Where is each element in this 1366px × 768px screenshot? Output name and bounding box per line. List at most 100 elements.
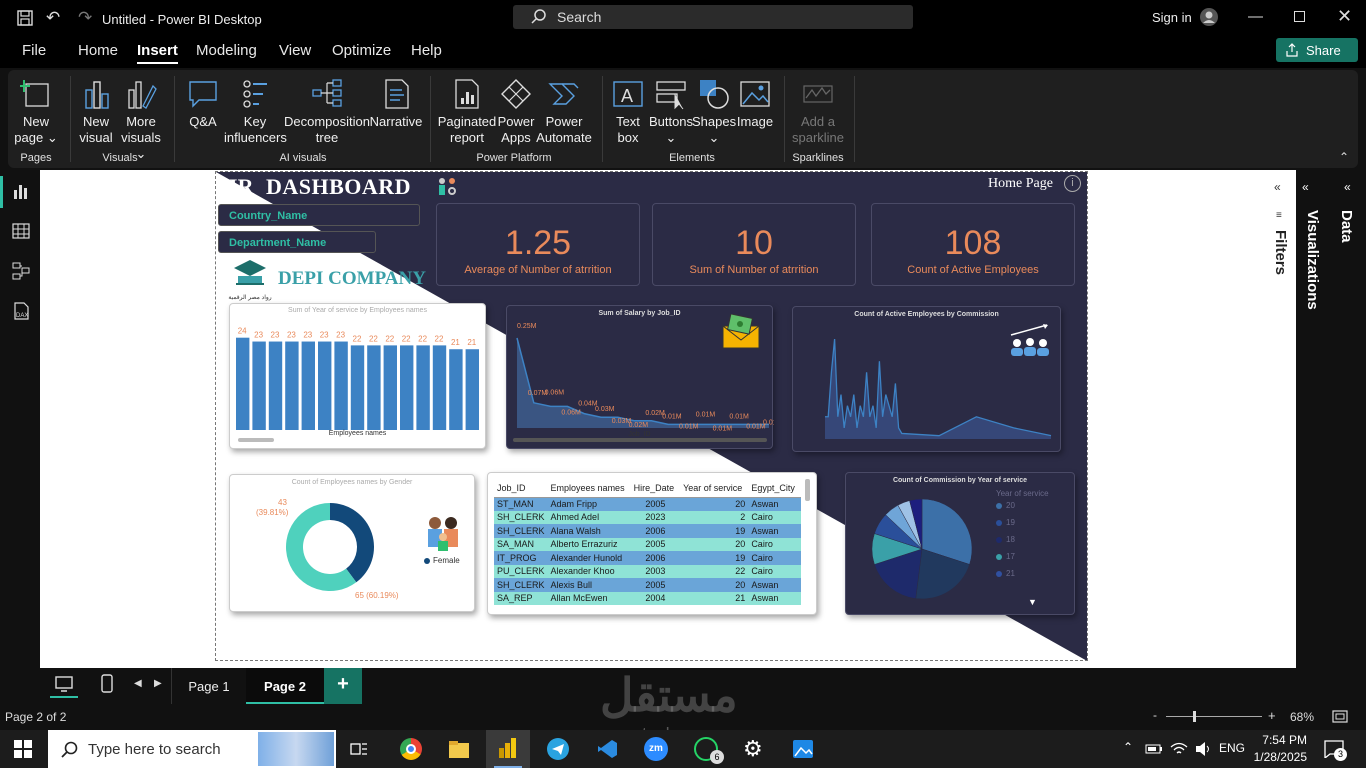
battery-icon[interactable] bbox=[1145, 742, 1163, 756]
zoom-in-icon[interactable]: + bbox=[1268, 708, 1276, 723]
search-box[interactable]: Search bbox=[513, 5, 913, 29]
menu-insert[interactable]: Insert bbox=[137, 42, 178, 64]
next-page-icon[interactable]: ▶ bbox=[154, 678, 162, 689]
department-slicer[interactable]: Department_Name bbox=[218, 231, 376, 253]
save-icon[interactable] bbox=[16, 9, 34, 27]
collapse-ribbon-icon[interactable]: ⌃ bbox=[1339, 150, 1349, 164]
volume-icon[interactable] bbox=[1194, 741, 1212, 757]
decomposition-tree-button[interactable]: Decomposition tree bbox=[284, 78, 370, 146]
power-bi-taskbar-button[interactable] bbox=[486, 730, 530, 768]
expand-visualizations-icon[interactable]: « bbox=[1302, 180, 1309, 194]
prev-page-icon[interactable]: ◀ bbox=[134, 678, 142, 689]
power-automate-button[interactable]: Power Automate bbox=[536, 78, 592, 146]
table-row[interactable]: PU_CLERK Alexander Khoo 2003 22 Cairo bbox=[494, 564, 801, 578]
power-apps-button[interactable]: Power Apps bbox=[496, 78, 536, 146]
file-explorer-icon[interactable] bbox=[448, 739, 470, 759]
expand-filters-icon[interactable]: « bbox=[1274, 180, 1281, 194]
shapes-button[interactable]: Shapes ⌄ bbox=[692, 78, 736, 146]
report-view-icon[interactable] bbox=[12, 182, 30, 200]
table-row[interactable]: SA_MAN Alberto Errazuriz 2005 20 Cairo bbox=[494, 537, 801, 551]
telegram-icon[interactable] bbox=[547, 738, 569, 760]
tab-page-1[interactable]: Page 1 bbox=[172, 668, 246, 704]
maximize-icon[interactable] bbox=[1294, 11, 1305, 22]
menu-view[interactable]: View bbox=[279, 42, 311, 59]
model-view-icon[interactable] bbox=[12, 262, 30, 280]
report-page[interactable]: HR DASHBOARD Home Page i Country_Name De… bbox=[215, 171, 1088, 661]
clock-date[interactable]: 1/28/2025 bbox=[1247, 750, 1307, 764]
close-icon[interactable]: ✕ bbox=[1337, 6, 1352, 27]
table-scrollbar[interactable] bbox=[805, 479, 810, 501]
text-box-button[interactable]: A Text box bbox=[608, 78, 648, 146]
column-header[interactable]: Year of service bbox=[680, 479, 749, 498]
image-button[interactable]: Image bbox=[734, 78, 776, 130]
filters-pane[interactable]: « ≡ Filters bbox=[1264, 170, 1296, 668]
data-label[interactable]: Data bbox=[1338, 210, 1355, 243]
share-button[interactable]: Share bbox=[1276, 38, 1358, 62]
paginated-report-button[interactable]: Paginated report bbox=[436, 78, 498, 146]
settings-gear-icon[interactable]: ⚙ bbox=[743, 736, 763, 762]
wifi-icon[interactable] bbox=[1170, 741, 1188, 757]
key-influencers-button[interactable]: Key influencers bbox=[224, 78, 287, 146]
country-slicer[interactable]: Country_Name bbox=[218, 204, 420, 226]
qa-button[interactable]: Q&A bbox=[182, 78, 224, 130]
table-row[interactable]: SH_CLERK Alana Walsh 2006 19 Aswan bbox=[494, 524, 801, 538]
column-header[interactable]: Egypt_City bbox=[748, 479, 801, 498]
more-visuals-button[interactable]: More visuals ⌄ bbox=[116, 78, 166, 162]
column-header[interactable]: Employees names bbox=[547, 479, 631, 498]
redo-icon[interactable]: ↷ bbox=[78, 8, 92, 28]
table-row[interactable]: ST_MAN Adam Fripp 2005 20 Aswan bbox=[494, 497, 801, 511]
bar-chart-year-of-service[interactable]: Sum of Year of service by Employees name… bbox=[229, 303, 486, 449]
add-page-button[interactable]: + bbox=[324, 668, 362, 704]
area-chart-commission[interactable]: Count of Active Employees by Commission bbox=[792, 306, 1061, 452]
zoom-slider-thumb[interactable] bbox=[1193, 711, 1196, 722]
dax-query-view-icon[interactable]: DAX bbox=[12, 302, 30, 320]
zoom-slider-track[interactable] bbox=[1166, 716, 1262, 717]
tab-page-2[interactable]: Page 2 bbox=[246, 668, 324, 704]
chart-scrollbar[interactable] bbox=[238, 438, 274, 442]
expand-data-icon[interactable]: « bbox=[1344, 180, 1351, 194]
chrome-icon[interactable] bbox=[400, 738, 422, 760]
clock-time[interactable]: 7:54 PM bbox=[1257, 733, 1307, 747]
employees-table[interactable]: Job_ID Employees names Hire_Date Year of se… bbox=[487, 472, 817, 615]
zoom-app-icon[interactable]: zm bbox=[644, 737, 668, 761]
windows-start-icon[interactable] bbox=[14, 740, 32, 758]
home-page-link[interactable]: Home Page bbox=[988, 176, 1053, 192]
mobile-layout-icon[interactable] bbox=[100, 674, 114, 694]
taskbar-search-box[interactable]: Type here to search bbox=[48, 730, 336, 768]
menu-home[interactable]: Home bbox=[78, 42, 118, 59]
column-header[interactable]: Hire_Date bbox=[630, 479, 681, 498]
table-row[interactable]: SH_CLERK Ahmed Adel 2023 2 Cairo bbox=[494, 510, 801, 524]
new-visual-button[interactable]: New visual bbox=[74, 78, 118, 146]
photos-icon[interactable] bbox=[792, 738, 814, 760]
user-avatar-icon[interactable] bbox=[1199, 7, 1219, 27]
table-row[interactable]: SA_REP Allan McEwen 2004 21 Aswan bbox=[494, 591, 801, 605]
table-row[interactable]: IT_PROG Alexander Hunold 2006 19 Cairo bbox=[494, 551, 801, 565]
tray-chevron-icon[interactable]: ⌃ bbox=[1123, 740, 1133, 754]
menu-help[interactable]: Help bbox=[411, 42, 442, 59]
language-indicator[interactable]: ENG bbox=[1219, 741, 1245, 755]
area-chart-salary[interactable]: Sum of Salary by Job_ID 0.25M 0.07M 0.06M 0… bbox=[506, 305, 774, 449]
new-page-button[interactable]: New page ⌄ bbox=[14, 78, 58, 146]
column-header[interactable]: Job_ID bbox=[494, 479, 548, 498]
chart-scrollbar[interactable] bbox=[513, 438, 767, 442]
buttons-button[interactable]: Buttons ⌄ bbox=[648, 78, 694, 146]
pie-chart-commission[interactable]: Count of Commission by Year of service Y… bbox=[845, 472, 1075, 615]
table-row[interactable]: SH_CLERK Alexis Bull 2005 20 Aswan bbox=[494, 578, 801, 592]
narrative-button[interactable]: Narrative bbox=[368, 78, 424, 130]
donut-chart-gender[interactable]: Count of Employees names by Gender 43 (3… bbox=[229, 474, 475, 612]
zoom-out-icon[interactable]: - bbox=[1153, 708, 1157, 722]
minimize-icon[interactable]: — bbox=[1248, 8, 1263, 25]
menu-optimize[interactable]: Optimize bbox=[332, 42, 391, 59]
sign-in-link[interactable]: Sign in bbox=[1152, 10, 1192, 25]
task-view-icon[interactable] bbox=[350, 741, 368, 757]
vscode-icon[interactable] bbox=[596, 738, 618, 760]
undo-icon[interactable]: ↶ bbox=[46, 8, 60, 28]
visualizations-label[interactable]: Visualizations bbox=[1304, 210, 1321, 310]
menu-modeling[interactable]: Modeling bbox=[196, 42, 257, 59]
table-view-icon[interactable] bbox=[12, 222, 30, 240]
menu-file[interactable]: File bbox=[22, 42, 46, 59]
info-icon[interactable]: i bbox=[1064, 175, 1081, 192]
add-sparkline-button[interactable]: Add a sparkline bbox=[788, 78, 848, 146]
legend-scroll-down-icon[interactable]: ▼ bbox=[1028, 597, 1037, 607]
desktop-layout-icon[interactable] bbox=[54, 675, 74, 693]
